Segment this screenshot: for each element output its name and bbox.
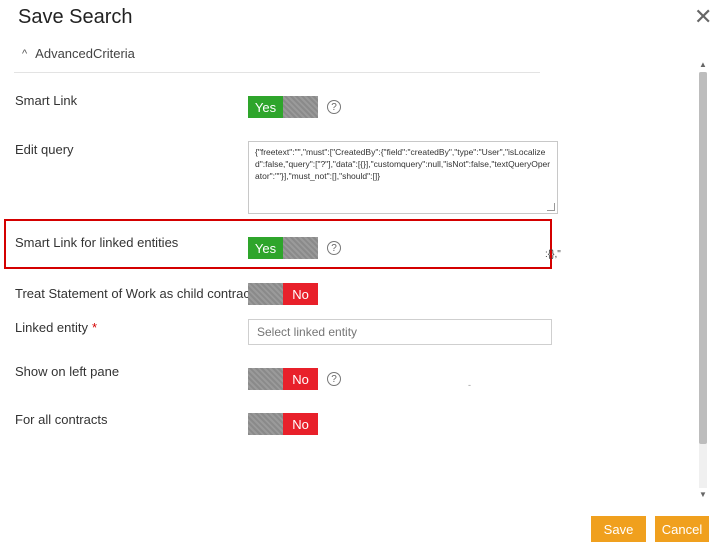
- section-label: AdvancedCriteria: [35, 46, 135, 61]
- show-left-pane-label: Show on left pane: [15, 364, 120, 379]
- toggle-no-segment: No: [283, 413, 318, 435]
- scrollbar-thumb[interactable]: [699, 72, 707, 444]
- all-contracts-label: For all contracts: [15, 412, 108, 427]
- help-icon[interactable]: ?: [327, 241, 341, 255]
- toggle-no-segment: No: [283, 283, 318, 305]
- section-divider: [14, 72, 540, 73]
- smart-link-linked-toggle[interactable]: Yes: [248, 237, 318, 259]
- advanced-criteria-section-toggle[interactable]: ^ AdvancedCriteria: [22, 46, 135, 61]
- scrollbar[interactable]: ▲ ▼: [696, 60, 710, 502]
- edit-query-textarea[interactable]: {"freetext":"","must":["CreatedBy":{"fie…: [248, 141, 558, 214]
- chevron-up-icon: ^: [22, 47, 28, 60]
- close-icon[interactable]: ✕: [694, 6, 712, 28]
- scroll-down-icon[interactable]: ▼: [699, 490, 707, 499]
- resize-grip-icon[interactable]: [547, 203, 555, 211]
- required-marker: *: [92, 320, 98, 335]
- help-icon[interactable]: ?: [327, 100, 341, 114]
- help-icon[interactable]: ?: [327, 372, 341, 386]
- toggle-yes-segment: Yes: [248, 96, 283, 118]
- toggle-off-segment: [248, 413, 283, 435]
- linked-entity-input[interactable]: [248, 319, 552, 345]
- show-left-pane-toggle[interactable]: No: [248, 368, 318, 390]
- linked-entity-label: Linked entity *: [15, 320, 98, 335]
- smart-link-toggle[interactable]: Yes: [248, 96, 318, 118]
- edit-query-text: {"freetext":"","must":["CreatedBy":{"fie…: [255, 147, 551, 181]
- toggle-off-segment: [283, 96, 318, 118]
- stray-text: :{},": [545, 249, 561, 260]
- toggle-off-segment: [248, 283, 283, 305]
- toggle-no-segment: No: [283, 368, 318, 390]
- toggle-off-segment: [248, 368, 283, 390]
- treat-sow-label: Treat Statement of Work as child contrac…: [15, 286, 254, 301]
- treat-sow-toggle[interactable]: No: [248, 283, 318, 305]
- stray-dash: -: [468, 380, 471, 390]
- toggle-yes-segment: Yes: [248, 237, 283, 259]
- edit-query-label: Edit query: [15, 142, 74, 157]
- smart-link-linked-label: Smart Link for linked entities: [15, 235, 179, 250]
- scroll-up-icon[interactable]: ▲: [699, 60, 707, 69]
- toggle-off-segment: [283, 237, 318, 259]
- dialog-title: Save Search: [18, 6, 133, 28]
- smart-link-label: Smart Link: [15, 93, 78, 108]
- save-button[interactable]: Save: [591, 516, 646, 542]
- cancel-button[interactable]: Cancel: [655, 516, 709, 542]
- all-contracts-toggle[interactable]: No: [248, 413, 318, 435]
